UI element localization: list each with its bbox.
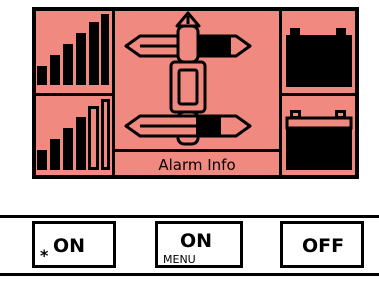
divider bbox=[0, 273, 379, 276]
alarm-info-label[interactable]: Alarm Info bbox=[158, 156, 235, 174]
button-label: ON bbox=[180, 230, 213, 252]
star-icon: * bbox=[40, 246, 49, 265]
on-menu-button[interactable]: ON MENU bbox=[155, 221, 243, 268]
battery-icon bbox=[285, 110, 353, 170]
menu-label: MENU bbox=[163, 253, 196, 266]
off-button[interactable]: OFF bbox=[280, 221, 364, 268]
battery-icon bbox=[286, 28, 352, 87]
lcd-display: Alarm Info bbox=[32, 7, 359, 179]
button-label: ON bbox=[53, 235, 86, 257]
divider bbox=[0, 215, 379, 218]
button-strip: * ON ON MENU OFF bbox=[0, 198, 379, 284]
star-on-button[interactable]: * ON bbox=[32, 221, 116, 268]
button-label: OFF bbox=[302, 235, 345, 257]
